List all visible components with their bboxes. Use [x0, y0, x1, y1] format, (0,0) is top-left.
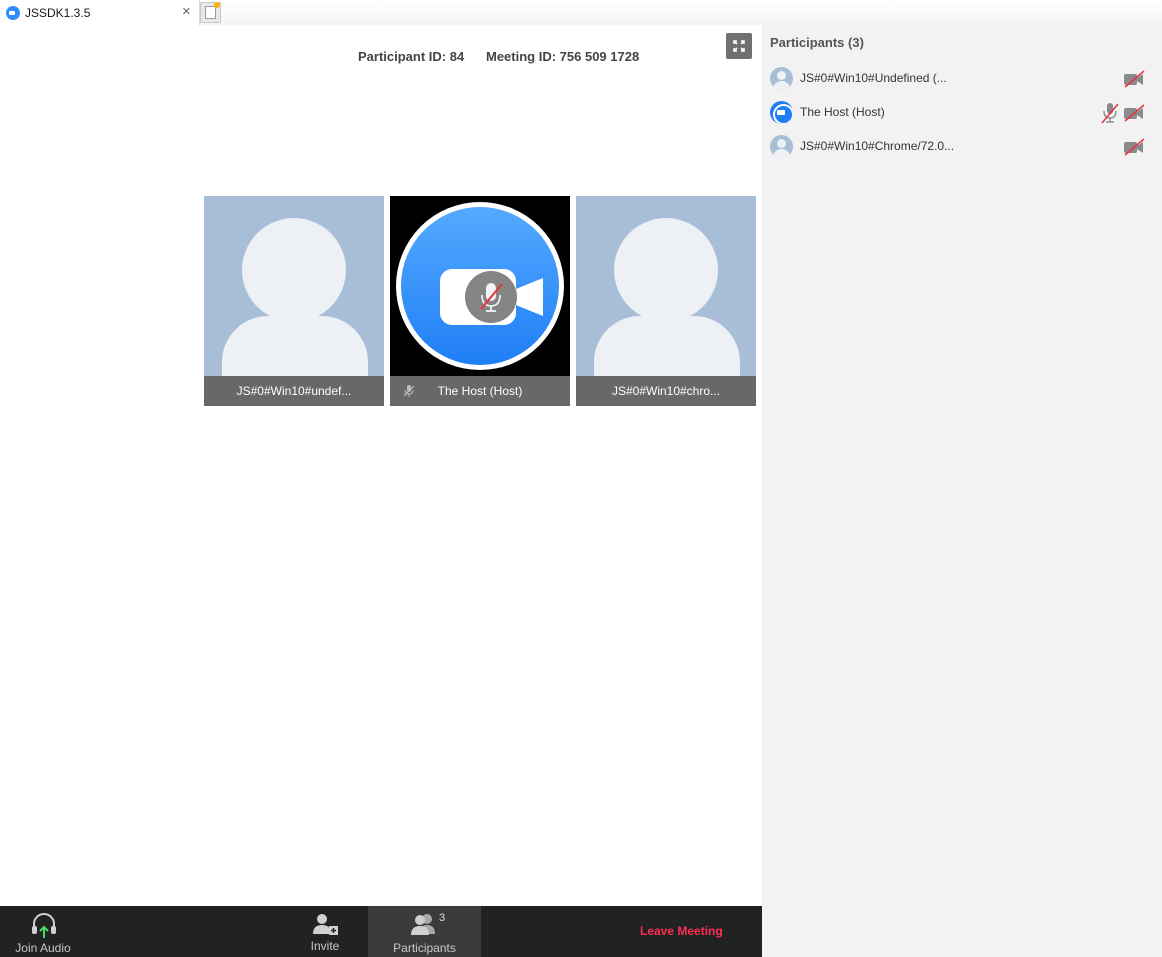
- avatar: [770, 101, 793, 124]
- participant-name: JS#0#Win10#Undefined (...: [800, 71, 947, 85]
- participant-row[interactable]: JS#0#Win10#Undefined (...: [770, 67, 1160, 91]
- tile-name-text: The Host (Host): [437, 384, 523, 398]
- video-off-icon: [1124, 138, 1145, 156]
- zoom-logo-icon: [401, 207, 559, 365]
- meeting-toolbar: Join Audio Invite 3 Participants Leave M…: [0, 906, 762, 957]
- panel-title: Participants (3): [770, 35, 864, 50]
- participants-icon: [411, 914, 435, 935]
- fullscreen-button[interactable]: [726, 33, 752, 59]
- tile-name: The Host (Host): [390, 376, 570, 406]
- browser-tab[interactable]: JSSDK1.3.5 ×: [0, 0, 200, 25]
- participant-row[interactable]: JS#0#Win10#Chrome/72.0...: [770, 135, 1160, 159]
- participants-badge: 3: [439, 912, 446, 924]
- participant-name: JS#0#Win10#Chrome/72.0...: [800, 139, 955, 153]
- video-off-icon: [1124, 70, 1145, 88]
- muted-mic-icon: [465, 271, 517, 323]
- new-tab-button[interactable]: [200, 2, 221, 23]
- join-audio-button[interactable]: Join Audio: [8, 906, 78, 957]
- video-tile[interactable]: JS#0#Win10#chro...: [576, 196, 756, 406]
- tile-name: JS#0#Win10#chro...: [576, 376, 756, 406]
- invite-label: Invite: [310, 939, 340, 953]
- avatar-head: [242, 218, 346, 322]
- avatar-head: [614, 218, 718, 322]
- participants-panel: Participants (3) JS#0#Win10#Undefined (.…: [762, 25, 1162, 957]
- participants-label: Participants: [393, 941, 456, 955]
- avatar: [770, 67, 793, 90]
- browser-tabstrip: JSSDK1.3.5 ×: [0, 0, 1162, 25]
- muted-mic-icon: [403, 385, 415, 397]
- participant-id: Participant ID: 84: [358, 49, 465, 64]
- zoom-favicon-icon: [6, 6, 20, 20]
- leave-meeting-button[interactable]: Leave Meeting: [640, 924, 723, 938]
- new-page-icon: [205, 2, 220, 19]
- participant-name: The Host (Host): [800, 105, 885, 119]
- tile-name: JS#0#Win10#undef...: [204, 376, 384, 406]
- meeting-id: Meeting ID: 756 509 1728: [486, 49, 640, 64]
- tab-close-icon[interactable]: ×: [182, 3, 191, 21]
- participants-button[interactable]: 3 Participants: [368, 906, 481, 957]
- video-tile-host[interactable]: The Host (Host): [390, 196, 570, 406]
- invite-button[interactable]: Invite: [296, 906, 354, 957]
- avatar: [770, 135, 793, 158]
- camera-lens-icon: [513, 278, 543, 316]
- join-audio-label: Join Audio: [15, 941, 71, 955]
- participant-row[interactable]: The Host (Host): [770, 101, 1160, 125]
- add-user-icon: [313, 914, 338, 935]
- video-off-icon: [1124, 104, 1145, 122]
- meeting-stage: Participant ID: 84 Meeting ID: 756 509 1…: [0, 25, 762, 906]
- video-tile[interactable]: JS#0#Win10#undef...: [204, 196, 384, 406]
- headphones-icon: [32, 913, 56, 938]
- muted-mic-icon: [1101, 103, 1119, 124]
- fullscreen-icon: [733, 40, 745, 52]
- participant-count: (3): [848, 35, 864, 50]
- tab-title: JSSDK1.3.5: [25, 6, 91, 20]
- panel-title-text: Participants: [770, 35, 845, 50]
